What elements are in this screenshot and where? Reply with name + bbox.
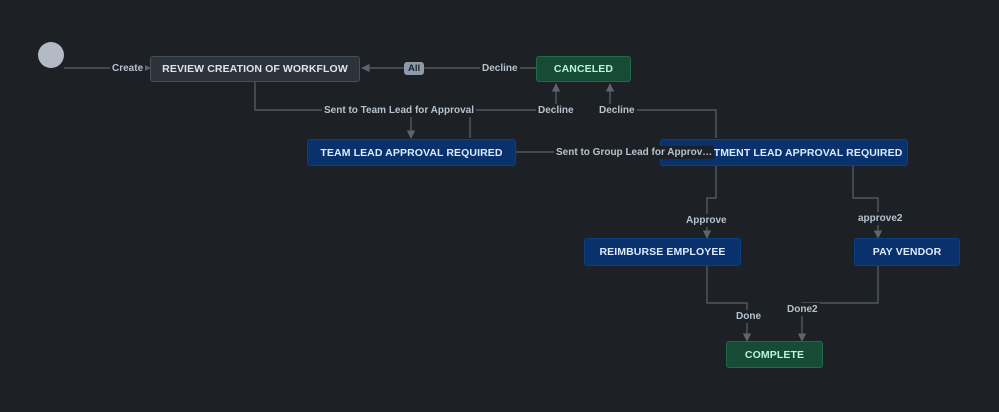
- status-label: PAY VENDOR: [872, 246, 942, 258]
- status-canceled[interactable]: CANCELED: [536, 56, 631, 82]
- edge-approve2: [852, 166, 883, 239]
- transition-done-label[interactable]: Done: [734, 310, 763, 323]
- status-label: REVIEW CREATION OF WORKFLOW: [162, 63, 348, 75]
- transition-decline-dept-label[interactable]: Decline: [597, 104, 637, 117]
- status-label: REIMBURSE EMPLOYEE: [599, 246, 726, 258]
- start-node[interactable]: [38, 42, 64, 68]
- status-complete[interactable]: COMPLETE: [726, 341, 823, 368]
- status-reimburse-employee[interactable]: REIMBURSE EMPLOYEE: [584, 238, 741, 266]
- status-pay-vendor[interactable]: PAY VENDOR: [854, 238, 960, 266]
- transition-sent-to-team-lead-label[interactable]: Sent to Team Lead for Approval: [322, 104, 477, 117]
- edge-approve: [702, 166, 717, 239]
- status-label: TEAM LEAD APPROVAL REQUIRED: [320, 146, 503, 159]
- status-review-creation-of-workflow[interactable]: REVIEW CREATION OF WORKFLOW: [150, 56, 360, 82]
- edge-done: [706, 266, 752, 342]
- transition-decline-label[interactable]: Decline: [480, 62, 520, 75]
- transition-all-label[interactable]: All: [404, 62, 425, 75]
- transition-decline-team-label[interactable]: Decline: [536, 104, 576, 117]
- status-team-lead-approval-required[interactable]: TEAM LEAD APPROVAL REQUIRED: [307, 139, 516, 166]
- transition-sent-to-group-lead-label[interactable]: Sent to Group Lead for Approv…: [554, 146, 715, 159]
- transition-approve-label[interactable]: Approve: [684, 214, 729, 227]
- transition-create-label[interactable]: Create: [110, 62, 146, 75]
- status-label: COMPLETE: [744, 348, 805, 361]
- transition-done2-label[interactable]: Done2: [785, 303, 820, 316]
- workflow-diagram-canvas: REVIEW CREATION OF WORKFLOW CANCELED TEA…: [0, 0, 999, 412]
- status-label: RTMENT LEAD APPROVAL REQUIRED: [706, 146, 903, 159]
- transition-approve2-label[interactable]: approve2: [856, 212, 905, 225]
- status-label: CANCELED: [553, 63, 614, 75]
